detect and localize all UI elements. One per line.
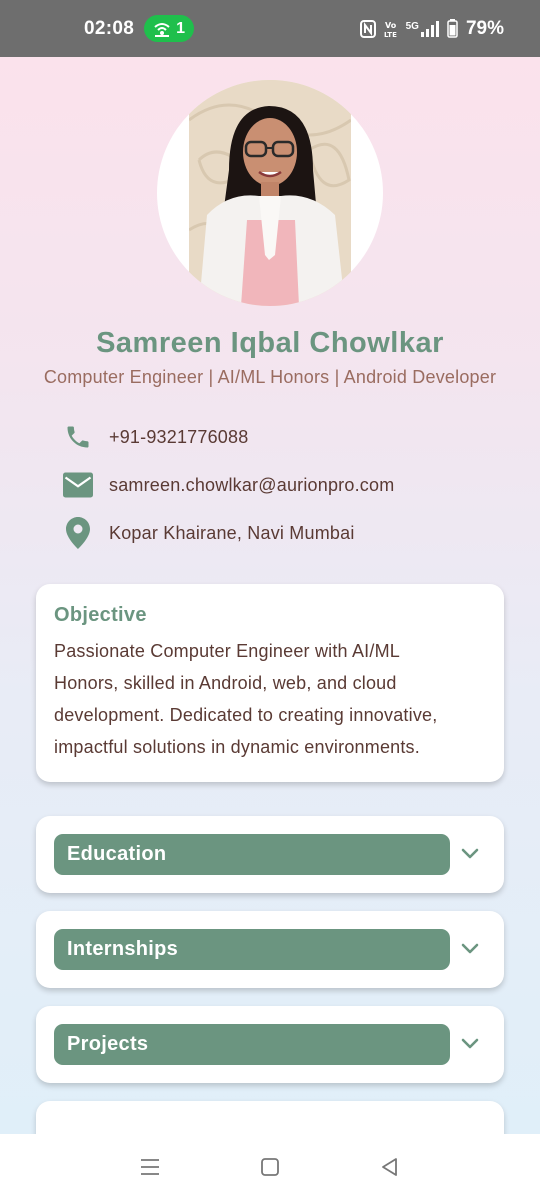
- app-content[interactable]: Samreen Iqbal Chowlkar Computer Engineer…: [0, 57, 540, 1134]
- section-card-partial[interactable]: [36, 1101, 504, 1134]
- profile-headline: Computer Engineer | AI/ML Honors | Andro…: [43, 367, 497, 387]
- hotspot-indicator[interactable]: 1: [144, 15, 195, 42]
- battery-percent: 79%: [465, 17, 504, 39]
- phone-text: +91-9321776088: [109, 426, 249, 447]
- chevron-down-icon[interactable]: [458, 937, 482, 961]
- nfc-icon: [359, 19, 376, 38]
- objective-line: Honors, skilled in Android, web, and clo…: [54, 673, 397, 693]
- section-card-projects[interactable]: Projects: [36, 1006, 504, 1083]
- objective-line: Passionate Computer Engineer with AI/ML: [54, 641, 400, 661]
- location-text: Kopar Khairane, Navi Mumbai: [109, 522, 355, 543]
- location-pin-icon: [62, 517, 94, 549]
- objective-line: impactful solutions in dynamic environme…: [54, 737, 420, 757]
- phone-icon: [62, 422, 94, 452]
- system-nav-bar: [0, 1134, 540, 1200]
- status-time: 02:08: [84, 17, 135, 39]
- back-icon[interactable]: [379, 1156, 401, 1178]
- section-header-internships[interactable]: Internships: [54, 929, 450, 970]
- chevron-down-icon[interactable]: [458, 842, 482, 866]
- signal-icon: [420, 20, 439, 37]
- email-text: samreen.chowlkar@aurionpro.com: [109, 474, 395, 495]
- contact-email[interactable]: samreen.chowlkar@aurionpro.com: [62, 470, 394, 500]
- email-icon: [62, 470, 94, 500]
- profile-name: Samreen Iqbal Chowlkar: [96, 327, 444, 359]
- contact-location[interactable]: Kopar Khairane, Navi Mumbai: [62, 517, 355, 549]
- status-bar: 02:08 1 Vo LTE 5G 79%: [0, 0, 540, 57]
- menu-icon[interactable]: [139, 1157, 161, 1177]
- hotspot-icon: [154, 22, 170, 37]
- chevron-down-icon[interactable]: [458, 1032, 482, 1056]
- section-card-education[interactable]: Education: [36, 816, 504, 893]
- network-type: 5G: [405, 20, 419, 32]
- section-card-internships[interactable]: Internships: [36, 911, 504, 988]
- objective-text: Passionate Computer Engineer with AI/ML …: [54, 635, 486, 763]
- objective-title: Objective: [54, 604, 147, 626]
- section-header-projects[interactable]: Projects: [54, 1024, 450, 1065]
- objective-line: development. Dedicated to creating innov…: [54, 705, 438, 725]
- status-icons: Vo LTE 5G 79%: [359, 17, 504, 40]
- hotspot-count: 1: [176, 19, 186, 37]
- profile-avatar: [157, 80, 383, 306]
- battery-icon: [447, 19, 458, 38]
- profile-photo: [189, 80, 351, 306]
- objective-card: Objective Passionate Computer Engineer w…: [36, 584, 504, 782]
- svg-text:LTE: LTE: [384, 31, 397, 38]
- volte-icon: Vo LTE: [384, 21, 397, 38]
- contact-phone[interactable]: +91-9321776088: [62, 422, 248, 452]
- svg-text:Vo: Vo: [385, 21, 397, 30]
- home-icon[interactable]: [259, 1156, 281, 1178]
- section-header-education[interactable]: Education: [54, 834, 450, 875]
